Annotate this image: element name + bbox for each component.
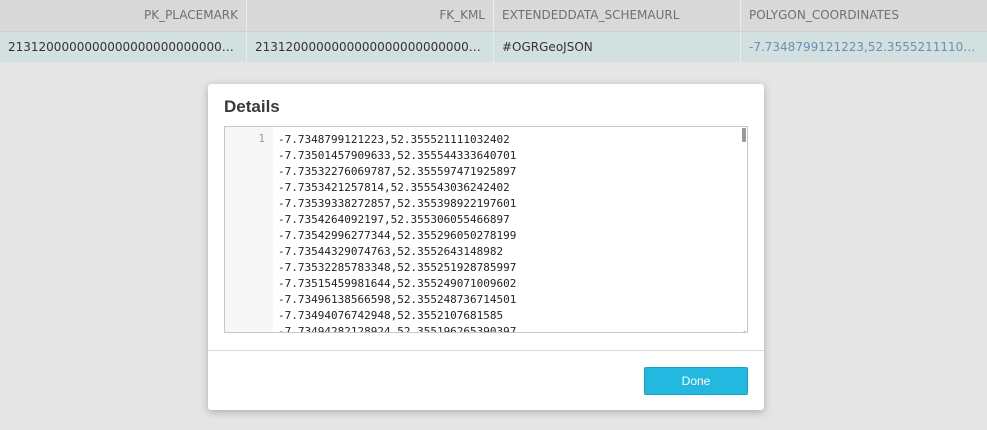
- code-line: -7.73544329074763,52.3552643148982: [278, 245, 504, 258]
- code-line: -7.73532276069787,52.355597471925897: [278, 165, 517, 178]
- column-header-extendeddata-schemaurl[interactable]: EXTENDEDDATA_SCHEMAURL: [494, 0, 741, 31]
- code-line: -7.7354264092197,52.355306055466897: [278, 213, 510, 226]
- page: PK_PLACEMARK FK_KML EXTENDEDDATA_SCHEMAU…: [0, 0, 987, 430]
- code-editor[interactable]: 1 -7.7348799121223,52.355521111032402 -7…: [224, 126, 748, 333]
- code-line: -7.73539338272857,52.355398922197601: [278, 197, 517, 210]
- code-line: -7.73501457909633,52.355544333640701: [278, 149, 517, 162]
- details-modal: Details 1 -7.7348799121223,52.3555211110…: [208, 84, 764, 410]
- table-cell-pk-placemark[interactable]: 213120000000000000000000000000...: [0, 32, 247, 62]
- code-line: -7.73515459981644,52.355249071009602: [278, 277, 517, 290]
- code-line: -7.73532285783348,52.355251928785997: [278, 261, 517, 274]
- done-button[interactable]: Done: [644, 367, 748, 395]
- data-table: PK_PLACEMARK FK_KML EXTENDEDDATA_SCHEMAU…: [0, 0, 987, 62]
- column-header-fk-kml[interactable]: FK_KML: [247, 0, 494, 31]
- code-line: -7.73496138566598,52.355248736714501: [278, 293, 517, 306]
- table-row[interactable]: 213120000000000000000000000000... 213120…: [0, 32, 987, 62]
- vertical-scrollbar[interactable]: [739, 127, 747, 332]
- editor-gutter: 1: [225, 127, 273, 332]
- code-line: -7.7353421257814,52.355543036242402: [278, 181, 510, 194]
- code-line: -7.73542996277344,52.355296050278199: [278, 229, 517, 242]
- editor-content[interactable]: -7.7348799121223,52.355521111032402 -7.7…: [278, 132, 517, 333]
- resize-handle-icon[interactable]: [738, 323, 746, 332]
- table-header-row: PK_PLACEMARK FK_KML EXTENDEDDATA_SCHEMAU…: [0, 0, 987, 32]
- code-line: -7.73494076742948,52.3552107681585: [278, 309, 504, 322]
- modal-divider: [208, 350, 764, 351]
- scrollbar-thumb[interactable]: [742, 128, 746, 142]
- modal-title: Details: [224, 97, 280, 116]
- column-header-pk-placemark[interactable]: PK_PLACEMARK: [0, 0, 247, 31]
- table-cell-extendeddata-schemaurl[interactable]: #OGRGeoJSON: [494, 32, 741, 62]
- code-line: -7.7348799121223,52.355521111032402: [278, 133, 510, 146]
- code-line: -7.73494282128924,52.355196265390397: [278, 325, 517, 333]
- table-cell-fk-kml[interactable]: 213120000000000000000000000000...: [247, 32, 494, 62]
- line-number: 1: [258, 132, 265, 145]
- column-header-polygon-coordinates[interactable]: POLYGON_COORDINATES: [741, 0, 987, 31]
- table-cell-polygon-coordinates[interactable]: -7.7348799121223,52.3555211110324...: [741, 32, 987, 62]
